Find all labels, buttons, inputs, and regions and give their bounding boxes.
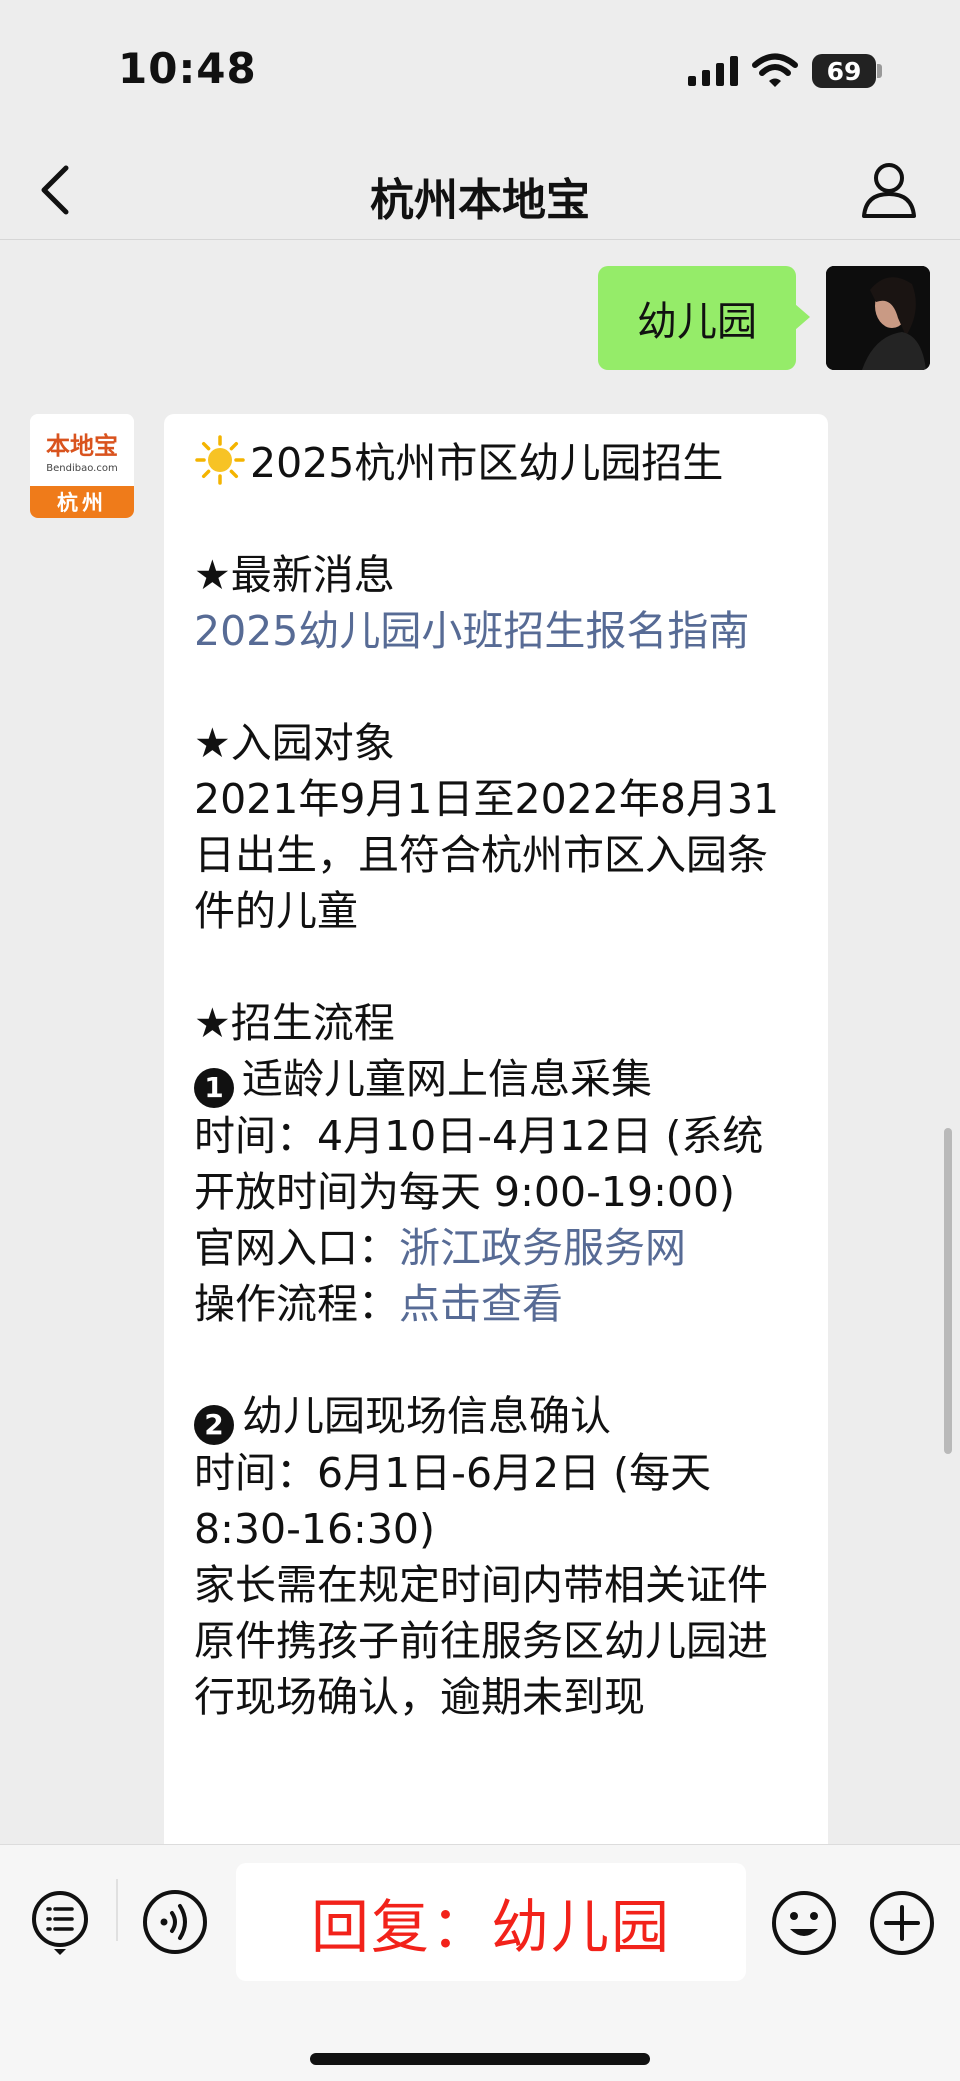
latest-heading: ★最新消息: [194, 551, 395, 599]
view-process-link[interactable]: 点击查看: [399, 1280, 563, 1328]
wifi-icon: [752, 53, 798, 87]
my-avatar[interactable]: [826, 266, 930, 370]
emoji-icon[interactable]: [770, 1889, 838, 1957]
step2-title: 幼儿园现场信息确认: [242, 1392, 611, 1440]
chat-title: 杭州本地宝: [370, 175, 590, 226]
input-bar: 回复：幼儿园: [0, 1844, 960, 2081]
step1-ops-label: 操作流程：: [194, 1280, 399, 1328]
bendibao-avatar[interactable]: 本地宝 Bendibao.com 杭州: [30, 414, 134, 518]
message-title: 2025杭州市区幼儿园招生: [250, 439, 724, 487]
target-heading: ★入园对象: [194, 719, 395, 767]
home-indicator[interactable]: [310, 2053, 650, 2065]
step1-site-line: 官网入口：浙江政务服务网: [194, 1220, 800, 1276]
status-bar: 10:48 69: [0, 0, 960, 140]
input-separator: [116, 1879, 118, 1941]
enrollment-guide-link[interactable]: 2025幼儿园小班招生报名指南: [194, 603, 800, 659]
sent-message-bubble[interactable]: 幼儿园: [598, 266, 810, 370]
step2-title-line: 2 幼儿园现场信息确认: [194, 1388, 800, 1445]
avatar-brand: 本地宝: [46, 431, 118, 460]
battery-cap: [877, 64, 882, 78]
battery-icon: 69: [812, 54, 876, 88]
target-text: 2021年9月1日至2022年8月31日出生，且符合杭州市区入园条件的儿童: [194, 775, 780, 935]
scrollbar[interactable]: [944, 1128, 952, 1454]
step2-badge: 2: [194, 1405, 234, 1445]
avatar-city: 杭州: [30, 486, 134, 518]
sent-message-text: 幼儿园: [637, 299, 757, 345]
step2-text: 家长需在规定时间内带相关证件原件携孩子前往服务区幼儿园进行现场确认，逾期未到现: [194, 1561, 768, 1721]
sun-icon: [195, 435, 245, 485]
message-input-text: 回复：幼儿园: [310, 1893, 671, 1961]
step1-title: 适龄儿童网上信息采集: [242, 1055, 652, 1103]
battery-level: 69: [826, 56, 862, 86]
status-time: 10:48: [118, 44, 257, 93]
message-input[interactable]: 回复：幼儿园: [236, 1863, 746, 1981]
plus-icon[interactable]: [868, 1889, 936, 1957]
received-message-bubble[interactable]: 2025杭州市区幼儿园招生 ★最新消息 2025幼儿园小班招生报名指南 ★入园对…: [164, 414, 828, 1854]
step1-time: 时间：4月10日-4月12日 (系统开放时间为每天 9:00-19:00): [194, 1112, 764, 1216]
step1-badge: 1: [194, 1068, 234, 1108]
step2-time: 时间：6月1日-6月2日 (每天 8:30-16:30): [194, 1449, 712, 1553]
nav-bar: 杭州本地宝: [0, 140, 960, 240]
avatar-domain: Bendibao.com: [46, 463, 118, 474]
signal-icon: [688, 56, 738, 86]
user-icon[interactable]: [858, 158, 920, 220]
zhejiang-service-link[interactable]: 浙江政务服务网: [399, 1224, 686, 1272]
menu-icon[interactable]: [30, 1889, 90, 1957]
step1-site-label: 官网入口：: [194, 1224, 399, 1272]
step1-ops-line: 操作流程：点击查看: [194, 1276, 800, 1332]
avatar-logo: 本地宝 Bendibao.com: [30, 414, 134, 486]
process-heading: ★招生流程: [194, 999, 395, 1047]
message-title-line: 2025杭州市区幼儿园招生: [194, 434, 800, 491]
step1-title-line: 1 适龄儿童网上信息采集: [194, 1051, 800, 1108]
avatar-photo: [826, 266, 930, 370]
voice-icon[interactable]: [142, 1889, 208, 1955]
